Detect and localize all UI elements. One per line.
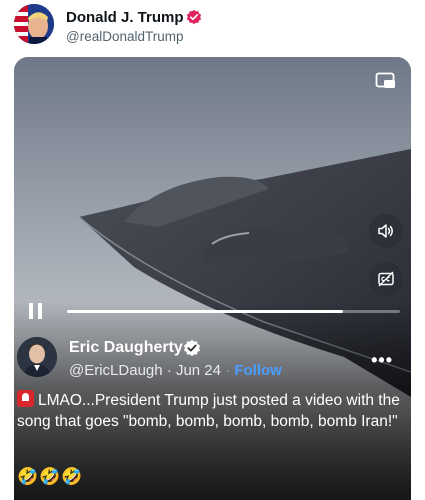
verified-badge-icon [186, 9, 202, 25]
verified-badge-icon [183, 339, 201, 357]
video-player[interactable]: Eric Daugherty @EricLDaugh · Jun 24 · Fo… [14, 57, 411, 500]
tweet-header: Donald J. Trump @realDonaldTrump [14, 4, 414, 48]
quoted-date[interactable]: Jun 24 [176, 362, 221, 379]
more-options-icon[interactable]: ••• [371, 350, 393, 371]
author-avatar[interactable] [14, 4, 54, 44]
pause-icon[interactable] [27, 301, 45, 321]
video-progress-fill [67, 310, 344, 313]
quoted-author-handle[interactable]: @EricLDaugh [69, 362, 163, 379]
video-progress-bar[interactable] [67, 310, 400, 313]
laughing-emoji-icon: 🤣🤣🤣 [17, 467, 84, 486]
video-frame [14, 57, 411, 500]
author-handle[interactable]: @realDonaldTrump [66, 29, 184, 44]
captions-button[interactable] [369, 262, 403, 296]
author-name[interactable]: Donald J. Trump [66, 9, 184, 26]
captions-icon [378, 271, 394, 287]
quoted-tweet-body: LMAO...President Trump just posted a vid… [17, 392, 400, 430]
volume-button[interactable] [369, 214, 403, 248]
volume-icon [378, 224, 393, 238]
siren-emoji-icon [17, 390, 34, 407]
quoted-author-name[interactable]: Eric Daugherty [69, 339, 183, 357]
separator: · [166, 362, 172, 379]
quoted-tweet-text: LMAO...President Trump just posted a vid… [17, 390, 407, 432]
quoted-author-avatar[interactable] [17, 337, 57, 377]
separator: · [225, 362, 231, 379]
quoted-author-meta: @EricLDaugh · Jun 24 · Follow [69, 362, 282, 379]
follow-button[interactable]: Follow [234, 362, 282, 379]
picture-in-picture-icon[interactable] [375, 71, 397, 91]
